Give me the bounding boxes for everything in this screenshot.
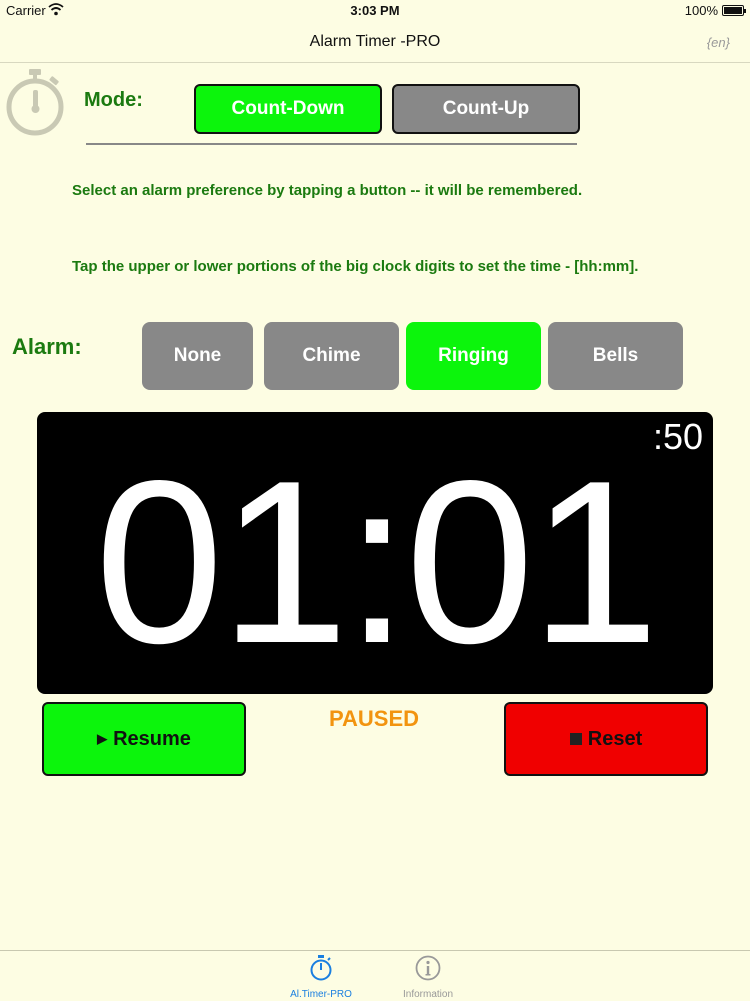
timer-status: PAUSED: [328, 706, 420, 731]
tab-timer-label: Al.Timer-PRO: [290, 989, 352, 1000]
page-title: Alarm Timer -PRO: [309, 33, 441, 50]
alarm-bells-button[interactable]: Bells: [548, 322, 683, 390]
stopwatch-icon: [271, 955, 371, 986]
count-down-button[interactable]: Count-Down: [194, 84, 382, 134]
info-icon: [378, 955, 478, 986]
resume-button[interactable]: ▶ Resume: [42, 702, 246, 776]
tab-timer[interactable]: Al.Timer-PRO: [271, 955, 371, 1000]
navigation-bar: Alarm Timer -PRO {en}: [0, 22, 750, 63]
play-icon: ▶: [97, 731, 108, 746]
tab-information-label: Information: [402, 989, 454, 1000]
alarm-label: Alarm:: [12, 334, 82, 359]
count-up-button[interactable]: Count-Up: [392, 84, 580, 134]
reset-label: Reset: [587, 727, 643, 750]
battery-percent: 100%: [684, 3, 718, 18]
language-button[interactable]: {en}: [707, 35, 730, 50]
stop-icon: [569, 733, 582, 745]
alarm-ringing-button[interactable]: Ringing: [406, 322, 541, 390]
reset-button[interactable]: Reset: [504, 702, 708, 776]
tab-bar: Al.Timer-PRO Information: [0, 950, 750, 1001]
alarm-none-button[interactable]: None: [142, 322, 253, 390]
mode-label: Mode:: [84, 89, 143, 111]
stopwatch-icon: [4, 68, 66, 138]
status-time: 3:03 PM: [350, 3, 400, 18]
alarm-chime-button[interactable]: Chime: [264, 322, 399, 390]
battery-icon: [722, 5, 746, 16]
clock-display[interactable]: :50 01:01: [37, 412, 713, 694]
clock-digits[interactable]: 01:01: [37, 432, 713, 694]
instruction-alarm-text: Select an alarm preference by tapping a …: [72, 182, 583, 199]
instruction-clock-text: Tap the upper or lower portions of the b…: [72, 258, 639, 275]
tab-information[interactable]: Information: [378, 955, 478, 1000]
divider: [86, 143, 577, 145]
status-bar: Carrier 3:03 PM 100%: [0, 0, 750, 22]
resume-label: Resume: [113, 727, 191, 750]
